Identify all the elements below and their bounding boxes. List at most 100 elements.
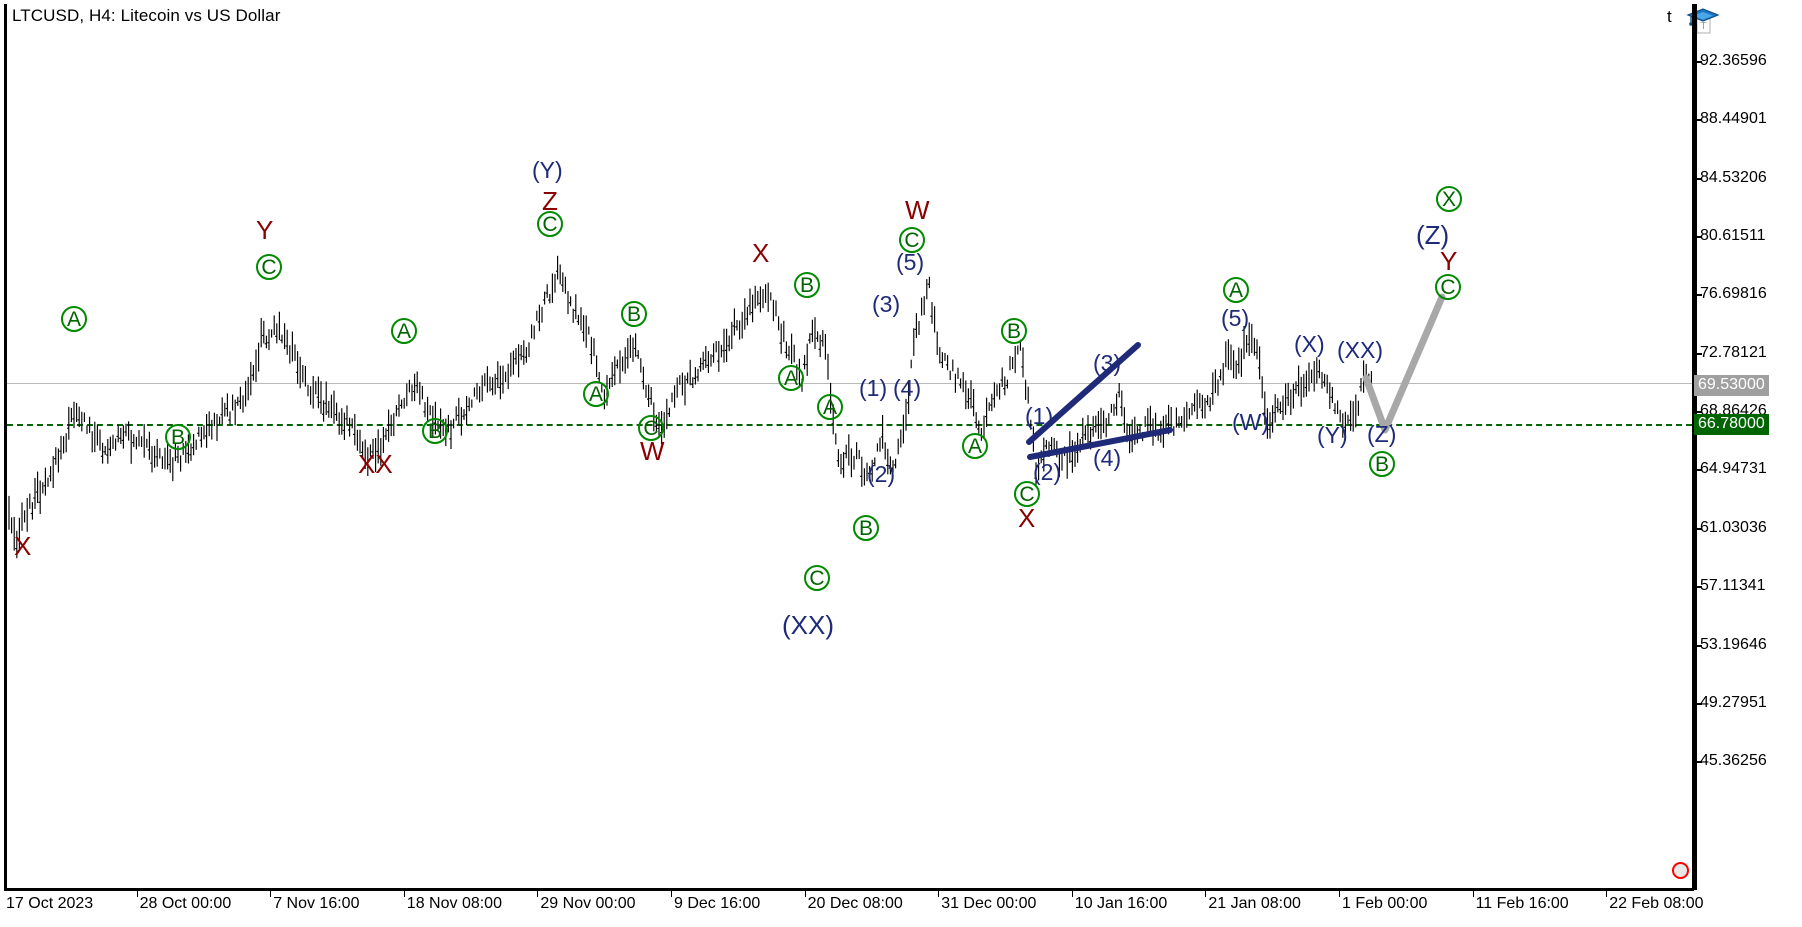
price-tick: 88.44901 (1700, 110, 1767, 128)
time-tick: 7 Nov 16:00 (273, 895, 360, 912)
time-tick: 31 Dec 00:00 (941, 895, 1037, 912)
wave-label-w-2[interactable]: W (905, 197, 930, 223)
wave-label-paren-z-1[interactable]: (Z) (1367, 423, 1396, 446)
wave-label-paren-1-b[interactable]: (1) (1025, 405, 1053, 428)
price-tick-mark (1697, 61, 1702, 63)
time-tick-mark (1472, 888, 1474, 897)
price-tick: 80.61511 (1700, 227, 1766, 245)
wave-label-paren-x-1[interactable]: (X) (1294, 333, 1325, 356)
wave-label-a-5[interactable]: A (817, 394, 843, 420)
wave-label-a-3[interactable]: A (583, 381, 609, 407)
time-tick-mark (1606, 888, 1608, 897)
time-tick-mark (804, 888, 806, 897)
time-tick: 9 Dec 16:00 (674, 895, 761, 912)
wave-label-y-2[interactable]: Y (1440, 248, 1457, 274)
time-tick: 11 Feb 16:00 (1475, 895, 1569, 912)
wave-label-paren-y-2[interactable]: (Y) (1317, 424, 1348, 447)
price-tick-mark (1697, 527, 1702, 530)
wave-label-b-5[interactable]: B (853, 515, 879, 541)
time-tick-mark (403, 888, 405, 897)
wave-label-c-1[interactable]: C (256, 254, 282, 280)
wave-label-b-4[interactable]: B (794, 272, 820, 298)
price-tick-mark (1697, 236, 1702, 239)
price-tick-mark (1697, 119, 1702, 122)
wave-label-x-2[interactable]: X (752, 240, 769, 266)
wave-label-xx-1[interactable]: XX (358, 451, 393, 477)
wave-label-paren-w-1[interactable]: (W) (1232, 411, 1269, 434)
wave-label-c-7[interactable]: C (1435, 274, 1461, 300)
price-tick: 76.69816 (1700, 285, 1767, 303)
wave-label-c-4[interactable]: C (804, 565, 830, 591)
price-tick-mark (1697, 469, 1702, 472)
price-tick: 72.78121 (1700, 343, 1767, 361)
wave-label-paren-2-a[interactable]: (2) (867, 463, 895, 486)
wave-label-a-1[interactable]: A (61, 306, 87, 332)
wave-label-b-1[interactable]: B (165, 424, 191, 450)
time-tick-mark (671, 888, 672, 897)
time-tick: 29 Nov 00:00 (540, 895, 636, 912)
price-tick-mark (1697, 411, 1702, 414)
wave-label-b-2[interactable]: B (422, 418, 448, 444)
wave-label-w-1[interactable]: W (640, 438, 665, 464)
wave-label-paren-z-2[interactable]: (Z) (1416, 222, 1449, 248)
wave-label-x-start[interactable]: X (14, 533, 31, 559)
wave-label-a-6[interactable]: A (962, 433, 988, 459)
wave-label-c-2[interactable]: C (537, 211, 563, 237)
price-tick: 92.36596 (1700, 52, 1767, 69)
forecast-projection (1362, 293, 1446, 434)
time-tick: 1 Feb 00:00 (1342, 895, 1428, 912)
level-price-badge[interactable]: 66.78000 (1694, 414, 1769, 435)
time-tick: 28 Oct 00:00 (139, 895, 232, 912)
time-tick: 21 Jan 08:00 (1208, 895, 1301, 912)
price-tick-mark (1697, 177, 1702, 180)
price-tick: 57.11341 (1700, 577, 1766, 595)
time-tick-mark (537, 888, 539, 897)
time-tick-mark (136, 888, 138, 897)
wave-label-a-2[interactable]: A (391, 318, 417, 344)
time-tick: 18 Nov 08:00 (406, 895, 502, 912)
chart-window: LTCUSD, H4: Litecoin vs US Dollar t T XA… (0, 0, 1802, 927)
price-tick-mark (1697, 586, 1702, 589)
price-tick: 64.94731 (1700, 460, 1767, 478)
price-tick: 53.19646 (1700, 635, 1767, 653)
time-tick: 22 Feb 08:00 (1609, 895, 1704, 912)
time-tick-mark (1071, 888, 1073, 897)
red-circle-icon[interactable] (1672, 862, 1689, 879)
price-tick-mark (1697, 352, 1702, 355)
time-tick-mark (1339, 888, 1340, 897)
wave-label-paren-5-b[interactable]: (5) (1221, 307, 1249, 330)
price-tick: 61.03036 (1700, 518, 1767, 536)
wave-label-paren-1-a[interactable]: (1) (859, 377, 887, 400)
time-tick: 10 Jan 16:00 (1074, 895, 1168, 912)
price-tick-mark (1697, 294, 1702, 297)
price-tick: 49.27951 (1700, 693, 1767, 711)
wave-label-x-4[interactable]: X (1436, 186, 1462, 212)
time-tick-mark (1205, 888, 1207, 897)
wave-label-paren-2-b[interactable]: (2) (1033, 461, 1061, 484)
wave-label-b-7[interactable]: B (1369, 451, 1395, 477)
wave-label-x-3[interactable]: X (1018, 505, 1035, 531)
wave-label-paren-xx-2[interactable]: (XX) (1337, 339, 1383, 362)
wave-label-y-1[interactable]: Y (256, 217, 273, 243)
wave-label-a-4[interactable]: A (778, 365, 804, 391)
price-tick: 84.53206 (1700, 168, 1767, 186)
wave-label-paren-5-a[interactable]: (5) (896, 251, 924, 274)
wave-label-paren-3-a[interactable]: (3) (872, 293, 900, 316)
time-tick: 17 Oct 2023 (6, 895, 94, 912)
wave-label-b-3[interactable]: B (621, 301, 647, 327)
price-tick: 45.36256 (1700, 752, 1767, 770)
time-tick: 20 Dec 08:00 (807, 895, 903, 912)
wave-label-paren-4-b[interactable]: (4) (1093, 447, 1121, 470)
wave-label-b-6[interactable]: B (1001, 318, 1027, 344)
wave-label-paren-3-b[interactable]: (3) (1093, 352, 1121, 375)
wave-label-paren-xx-1[interactable]: (XX) (782, 612, 834, 638)
time-tick-mark (270, 888, 272, 897)
wave-label-paren-y-1[interactable]: (Y) (532, 159, 563, 182)
price-tick-mark (1697, 702, 1702, 705)
current-price-badge[interactable]: 69.53000 (1694, 375, 1769, 396)
time-tick-mark (938, 888, 940, 897)
wave-label-paren-4-a[interactable]: (4) (893, 377, 921, 400)
price-tick-mark (1697, 644, 1702, 647)
wave-label-a-7[interactable]: A (1223, 277, 1249, 303)
price-tick-mark (1697, 761, 1702, 764)
